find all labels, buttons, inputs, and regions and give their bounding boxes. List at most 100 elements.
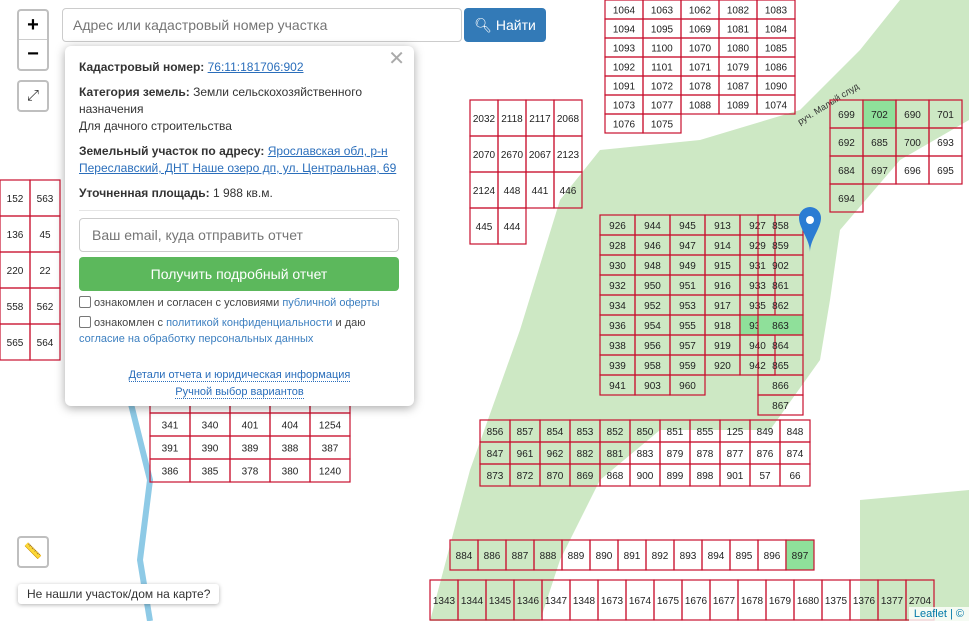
parcel-number: 939 <box>609 361 626 372</box>
parcel-number: 389 <box>242 444 259 455</box>
parcel-number: 404 <box>282 421 299 432</box>
consent-link[interactable]: согласие на обработку персональных данны… <box>79 333 313 345</box>
parcel-number: 565 <box>7 338 24 349</box>
zoom-in-button[interactable]: + <box>19 11 47 40</box>
manual-select-link[interactable]: Ручной выбор вариантов <box>175 386 304 399</box>
parcel-number: 1078 <box>689 82 712 93</box>
offer-link[interactable]: публичной оферты <box>282 297 379 309</box>
privacy-link[interactable]: политикой конфиденциальности <box>166 317 332 329</box>
parcel-number: 1348 <box>573 596 596 607</box>
parcel-number: 1072 <box>651 82 674 93</box>
privacy-checkbox[interactable] <box>79 316 91 328</box>
divider <box>79 210 400 211</box>
parcel-number: 879 <box>667 449 684 460</box>
parcel-number: 866 <box>772 381 789 392</box>
parcel-number: 893 <box>680 551 697 562</box>
parcel-number: 857 <box>517 427 534 438</box>
parcel-number: 902 <box>772 261 789 272</box>
email-input[interactable] <box>79 218 399 252</box>
parcel-number: 562 <box>37 302 54 313</box>
search-icon: 🔍︎ <box>474 17 492 33</box>
parcel-number: 1077 <box>651 101 674 112</box>
get-report-button[interactable]: Получить подробный отчет <box>79 257 399 291</box>
parcel-number: 917 <box>714 301 731 312</box>
parcel-number: 946 <box>644 241 661 252</box>
parcel-number: 445 <box>476 222 493 233</box>
fullscreen-icon[interactable]: ⤢ <box>17 80 49 112</box>
parcel-number: 1680 <box>797 596 820 607</box>
parcel-number: 853 <box>577 427 594 438</box>
parcel-number: 890 <box>596 551 613 562</box>
parcel-number: 1083 <box>765 6 788 17</box>
parcel-number: 1101 <box>651 63 673 74</box>
parcel-number: 1347 <box>545 596 568 607</box>
parcel-number: 863 <box>772 321 789 332</box>
parcel-number: 1240 <box>319 467 342 478</box>
search-button[interactable]: 🔍︎ Найти <box>464 8 546 42</box>
parcel-number: 57 <box>759 471 771 482</box>
parcel-number: 1675 <box>657 596 680 607</box>
parcel-number: 446 <box>560 186 577 197</box>
parcel-number: 892 <box>652 551 669 562</box>
parcel-number: 696 <box>904 166 921 177</box>
search-input[interactable] <box>62 8 462 42</box>
parcel-number: 1087 <box>727 82 750 93</box>
parcel-number: 694 <box>838 194 855 205</box>
zoom-out-button[interactable]: − <box>19 40 47 69</box>
parcel-number: 1094 <box>613 25 636 36</box>
not-found-button[interactable]: Не нашли участок/дом на карте? <box>18 584 220 604</box>
leaflet-link[interactable]: Leaflet <box>914 608 947 620</box>
parcel-number: 1071 <box>689 63 712 74</box>
parcel-number: 2070 <box>473 150 496 161</box>
parcel-number: 340 <box>202 421 219 432</box>
parcel-number: 1677 <box>713 596 736 607</box>
parcel-number: 862 <box>772 301 789 312</box>
parcel-number: 563 <box>37 194 54 205</box>
parcel-number: 941 <box>609 381 626 392</box>
parcel-number: 913 <box>714 221 731 232</box>
parcel-number: 1080 <box>727 44 750 55</box>
parcel-number: 1377 <box>881 596 904 607</box>
parcel-number: 849 <box>757 427 774 438</box>
marker-dot <box>806 216 814 224</box>
parcel-number: 1346 <box>517 596 540 607</box>
parcel-number: 868 <box>607 471 624 482</box>
parcel-number: 930 <box>609 261 626 272</box>
parcel-number: 948 <box>644 261 661 272</box>
parcel-number: 1376 <box>853 596 876 607</box>
parcel-number: 938 <box>609 341 626 352</box>
ruler-icon[interactable]: 📏 <box>17 536 49 568</box>
parcel-number: 1082 <box>727 6 750 17</box>
parcel-number: 1091 <box>613 82 636 93</box>
parcel-number: 695 <box>937 166 954 177</box>
parcel-number: 448 <box>504 186 521 197</box>
parcel-number: 951 <box>679 281 696 292</box>
parcel-number: 883 <box>637 449 654 460</box>
parcel-number: 1089 <box>727 101 750 112</box>
parcel-number: 2067 <box>529 150 552 161</box>
parcel-number: 386 <box>162 467 179 478</box>
parcel-number: 856 <box>487 427 504 438</box>
parcel-number: 1064 <box>613 6 636 17</box>
cadastral-number-link[interactable]: 76:11:181706:902 <box>208 60 304 74</box>
parcel-number: 1081 <box>727 25 750 36</box>
check1-text: ознакомлен и согласен с условиями <box>94 297 283 309</box>
close-icon[interactable]: ✕ <box>388 49 405 69</box>
details-link[interactable]: Детали отчета и юридическая информация <box>128 369 351 382</box>
parcel-number: 919 <box>714 341 731 352</box>
parcel-number: 1678 <box>741 596 764 607</box>
parcel-number: 869 <box>577 471 594 482</box>
parcel-number: 693 <box>937 138 954 149</box>
parcel-number: 1085 <box>765 44 788 55</box>
parcel-number: 1673 <box>601 596 624 607</box>
offer-checkbox[interactable] <box>79 296 91 308</box>
parcel-number: 886 <box>484 551 501 562</box>
parcel-number: 916 <box>714 281 731 292</box>
parcel-number: 441 <box>532 186 549 197</box>
parcel-number: 152 <box>7 194 24 205</box>
parcel-number: 1062 <box>689 6 712 17</box>
parcel-number: 854 <box>547 427 564 438</box>
parcel-number: 684 <box>838 166 855 177</box>
parcel-number: 915 <box>714 261 731 272</box>
area-label: Уточненная площадь: <box>79 186 210 200</box>
